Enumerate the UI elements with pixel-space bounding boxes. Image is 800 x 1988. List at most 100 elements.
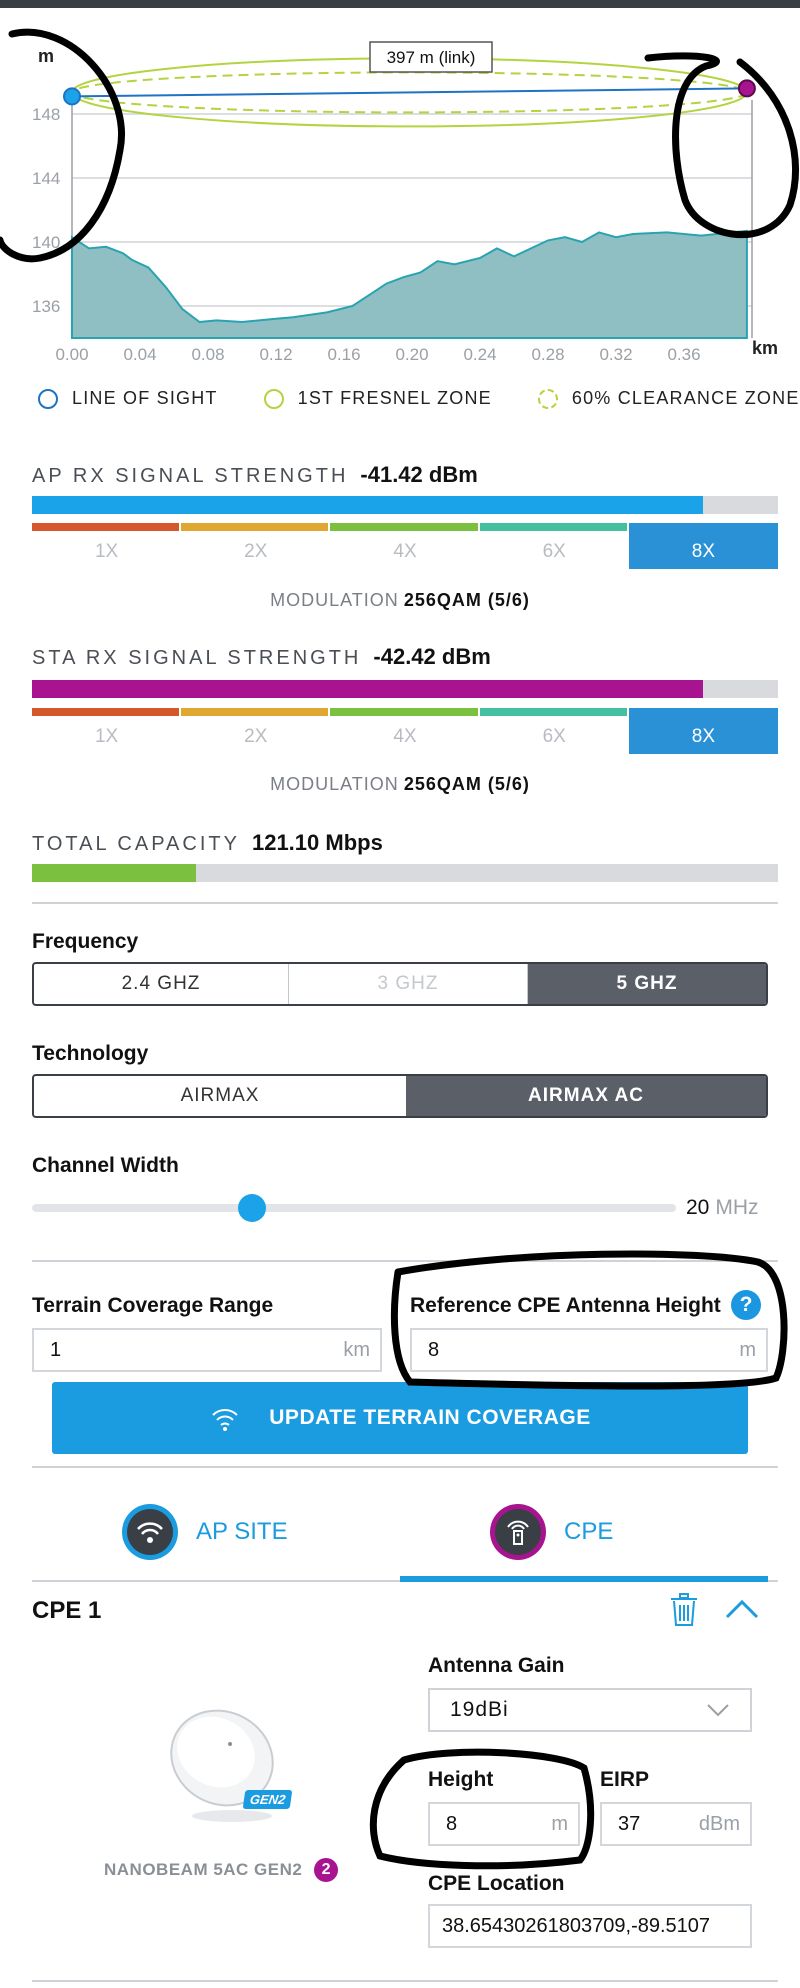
legend-label: LINE OF SIGHT (72, 388, 218, 408)
modulation-level-label: 2X (244, 726, 268, 747)
modulation-level-8x: 8X (628, 708, 779, 754)
channel-width-slider-track[interactable] (32, 1204, 676, 1212)
frequency-option-5[interactable]: 5 GHZ (528, 964, 766, 1004)
trash-icon[interactable] (668, 1592, 700, 1628)
y-tick-label: 136 (32, 297, 60, 316)
divider (32, 1980, 778, 1982)
eirp-unit: dBm (698, 1812, 740, 1835)
cpe-location-label: CPE Location (428, 1872, 565, 1895)
x-tick-label: 0.36 (667, 345, 700, 364)
device-name: NANOBEAM 5AC GEN2 (104, 1860, 303, 1879)
modulation-level-6x: 6X (479, 523, 629, 569)
frequency-option-2-4[interactable]: 2.4 GHZ (34, 964, 288, 1004)
channel-width-readout: 20 MHz (686, 1196, 759, 1220)
tab-ap-site-label: AP SITE (196, 1518, 288, 1545)
terrain-range-input[interactable]: 1 km (32, 1328, 382, 1372)
modulation-level-label: 2X (244, 541, 268, 562)
x-tick-label: 0.24 (463, 345, 496, 364)
x-tick-label: 0.16 (327, 345, 360, 364)
capacity-bar (32, 864, 778, 882)
cpe-height-unit: m (551, 1812, 568, 1835)
x-tick-label: 0.20 (395, 345, 428, 364)
sta-rx-label: STA RX SIGNAL STRENGTH (32, 647, 362, 669)
divider (32, 902, 778, 904)
legend-fresnel: 1ST FRESNEL ZONE (263, 388, 492, 409)
eirp-label: EIRP (600, 1768, 650, 1791)
frequency-selector: 2.4 GHZ 3 GHZ 5 GHZ (32, 962, 768, 1006)
modulation-level-label: 1X (94, 726, 119, 747)
modulation-level-1x: 1X (32, 708, 181, 754)
gen2-logo: GEN2 (242, 1790, 293, 1809)
ap-router-icon (122, 1504, 178, 1560)
y-tick-label: 140 (32, 233, 60, 252)
terrain-range-label: Terrain Coverage Range (32, 1294, 274, 1317)
capacity-title: TOTAL CAPACITY 121.10 Mbps (32, 830, 383, 856)
channel-width-slider-handle[interactable] (238, 1194, 266, 1222)
link-distance-text: 397 m (link) (387, 48, 476, 67)
device-image: GEN2 (150, 1690, 300, 1830)
ap-rx-value: -41.42 dBm (360, 462, 478, 487)
device-name-row: NANOBEAM 5AC GEN2 2 (104, 1858, 339, 1882)
update-button-label: UPDATE TERRAIN COVERAGE (269, 1406, 591, 1429)
divider (32, 1260, 778, 1262)
channel-width-label: Channel Width (32, 1154, 179, 1177)
device-count-badge: 2 (314, 1858, 339, 1882)
sta-rx-bar-fill (32, 680, 704, 698)
terrain-range-unit: km (343, 1338, 370, 1361)
modulation-level-4x: 4X (330, 523, 479, 569)
technology-label: Technology (32, 1042, 149, 1065)
ref-cpe-height-unit: m (739, 1338, 756, 1361)
technology-option-airmax-ac[interactable]: AIRMAX AC (406, 1076, 766, 1116)
modulation-value: 256QAM (5/6) (403, 774, 530, 794)
x-tick-label: 0.12 (259, 345, 292, 364)
ap-modulation: MODULATION 256QAM (5/6) (0, 590, 800, 611)
modulation-stripe (330, 523, 478, 531)
frequency-label: Frequency (32, 930, 139, 953)
modulation-level-2x: 2X (181, 523, 330, 569)
x-unit-label: km (752, 338, 778, 358)
sta-modulation: MODULATION 256QAM (5/6) (0, 774, 800, 795)
technology-option-airmax[interactable]: AIRMAX (34, 1076, 406, 1116)
link-profile-chart: 148 144 140 136 0.00 0.04 0.08 0.12 0.16 0.20 0.2… (32, 41, 778, 364)
modulation-level-label: 4X (393, 541, 417, 562)
legend-label: 60% CLEARANCE ZONE (571, 388, 800, 408)
y-ticks: 148 144 140 136 (32, 105, 60, 316)
modulation-level-label: 8X (691, 541, 716, 562)
cpe-height-label: Height (428, 1768, 494, 1791)
ref-cpe-height-input[interactable]: 8 m (410, 1328, 768, 1372)
modulation-key: MODULATION (270, 590, 399, 610)
cpe-location-input[interactable]: 38.65430261803709,-89.5107 (428, 1904, 752, 1948)
antenna-gain-value: 19dBi (450, 1698, 509, 1721)
top-bar (0, 0, 800, 8)
modulation-stripe (32, 523, 180, 531)
clearance-legend-icon (537, 388, 558, 409)
help-icon[interactable]: ? (731, 1290, 761, 1320)
tab-active-indicator (400, 1576, 768, 1582)
ref-cpe-height-label: Reference CPE Antenna Height (410, 1294, 721, 1317)
x-tick-label: 0.04 (123, 345, 156, 364)
eirp-input[interactable]: 37 dBm (600, 1802, 752, 1846)
antenna-gain-select[interactable]: 19dBi (428, 1688, 752, 1732)
ap-rx-bar (32, 496, 778, 514)
y-tick-label: 144 (32, 169, 60, 188)
tab-ap-site[interactable]: AP SITE (122, 1500, 288, 1564)
modulation-level-6x: 6X (479, 708, 629, 754)
sta-rx-value: -42.42 dBm (373, 644, 491, 669)
frequency-option-3[interactable]: 3 GHZ (288, 964, 528, 1004)
link-distance-label: 397 m (link) (369, 41, 493, 73)
antenna-gain-label: Antenna Gain (428, 1654, 565, 1677)
cpe-height-input[interactable]: 8 m (428, 1802, 580, 1846)
chevron-up-icon[interactable] (722, 1596, 762, 1622)
modulation-level-label: 8X (691, 726, 716, 747)
ap-modulation-scale: 1X 2X 4X 6X 8X (32, 523, 779, 569)
sta-modulation-scale: 1X 2X 4X 6X 8X (32, 708, 779, 754)
modulation-value: 256QAM (5/6) (403, 590, 530, 610)
x-tick-label: 0.32 (599, 345, 632, 364)
cpe-title: CPE 1 (32, 1597, 102, 1624)
y-tick-label: 148 (32, 105, 60, 124)
chevron-down-icon (707, 1704, 729, 1717)
modulation-stripe (181, 523, 329, 531)
update-terrain-coverage-button[interactable]: UPDATE TERRAIN COVERAGE (52, 1382, 748, 1454)
tab-cpe[interactable]: CPE (490, 1500, 613, 1564)
capacity-value: 121.10 Mbps (251, 830, 383, 855)
